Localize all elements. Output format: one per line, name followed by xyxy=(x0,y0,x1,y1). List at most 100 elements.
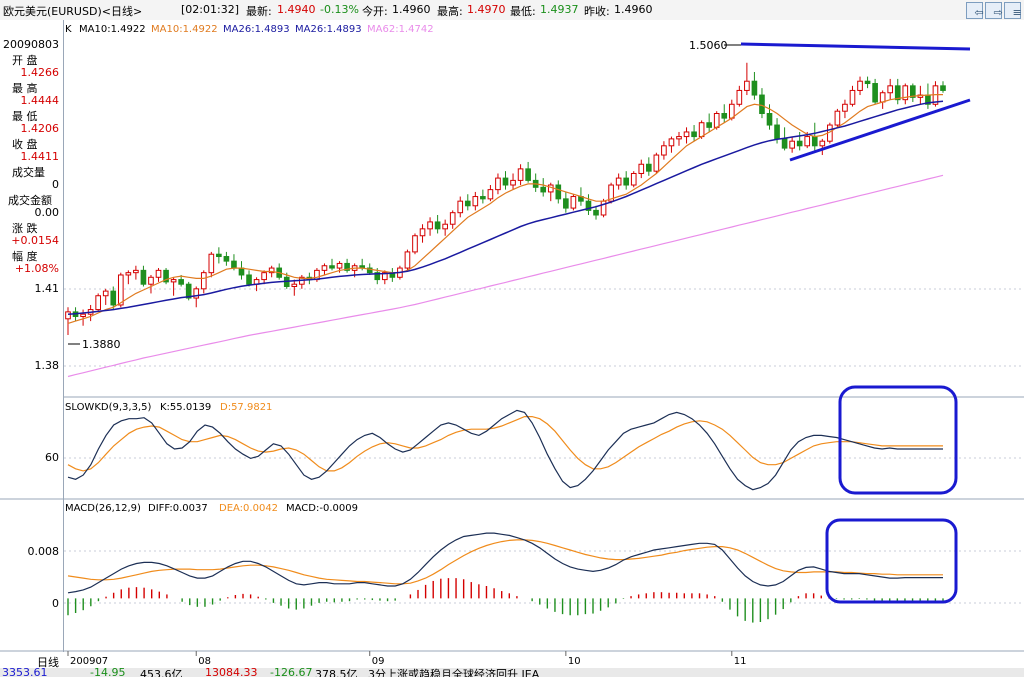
candle-body xyxy=(879,92,886,103)
candle-body xyxy=(540,186,547,193)
candle-body xyxy=(140,269,147,285)
macd-legend-diff: DIFF:0.0037 xyxy=(148,503,208,514)
legend-ma10-b: MA10:1.4922 xyxy=(151,24,218,35)
candle-body xyxy=(110,290,117,306)
menu-button[interactable]: ≡ xyxy=(1004,2,1022,19)
candle-body xyxy=(517,168,524,181)
candle-body xyxy=(117,274,124,306)
candle-body xyxy=(668,138,675,147)
candle-body xyxy=(570,196,577,209)
candle-body xyxy=(464,200,471,207)
annotation-high: 1.5060 xyxy=(689,39,728,52)
candle-body xyxy=(329,265,335,269)
legend-ma26-a: MA26:1.4893 xyxy=(223,24,290,35)
prev-value: 1.4960 xyxy=(614,3,653,16)
candle-body xyxy=(630,172,637,186)
chart-area[interactable]: K MA10:1.4922 MA10:1.4922 MA26:1.4893 MA… xyxy=(0,20,1024,668)
candle-body xyxy=(170,279,177,283)
candle-body xyxy=(834,110,841,126)
candle-body xyxy=(427,221,433,230)
arrow-left-icon: ⇦ xyxy=(974,6,984,19)
legend-k: K xyxy=(65,24,72,35)
candle-body xyxy=(766,113,773,126)
candle-body xyxy=(472,196,479,207)
annotation-low: 1.3880 xyxy=(82,338,121,351)
candle-body xyxy=(502,177,509,186)
candle-body xyxy=(200,272,207,290)
candle-body xyxy=(864,80,871,85)
candle-body xyxy=(412,235,418,253)
candle-body xyxy=(759,94,765,115)
status-item: 3353.61 xyxy=(2,668,48,677)
candle-body xyxy=(216,253,222,258)
latest-value: 1.4940 xyxy=(277,3,316,16)
candle-body xyxy=(321,265,328,271)
candle-body xyxy=(751,80,758,96)
open-value: 1.4960 xyxy=(392,3,431,16)
candle-body xyxy=(442,223,448,230)
candle-body xyxy=(706,122,712,128)
candle-body xyxy=(336,262,343,269)
candle-body xyxy=(683,131,690,138)
legend-ma10-a: MA10:1.4922 xyxy=(79,24,146,35)
candle-body xyxy=(495,177,501,191)
candle-body xyxy=(208,253,215,274)
candle-body xyxy=(638,163,645,174)
legend-ma26-b: MA26:1.4893 xyxy=(295,24,362,35)
candle-body xyxy=(887,85,894,94)
candle-body xyxy=(698,122,705,138)
status-item: 453.6亿 xyxy=(140,668,183,677)
candle-body xyxy=(102,290,109,297)
candle-body xyxy=(510,179,516,186)
candle-body xyxy=(691,131,697,138)
symbol-title[interactable]: 欧元美元(EURUSD)<日线> xyxy=(3,3,142,19)
status-item: -126.67 xyxy=(270,668,313,677)
candle-body xyxy=(291,283,298,288)
x-tick-label: 11 xyxy=(734,656,747,667)
legend-ma62: MA62:1.4742 xyxy=(367,24,434,35)
kd-legend: SLOWKD(9,3,3,5) xyxy=(65,402,151,413)
candle-body xyxy=(676,136,682,140)
x-tick-label: 09 xyxy=(372,656,385,667)
candle-body xyxy=(449,212,456,225)
candle-body xyxy=(661,145,667,156)
forward-button[interactable]: ⇨ xyxy=(985,2,1003,19)
high-value: 1.4970 xyxy=(467,3,506,16)
candle-body xyxy=(713,113,720,128)
candle-body xyxy=(721,113,728,119)
low-value: 1.4937 xyxy=(540,3,579,16)
status-item: 13084.33 xyxy=(205,668,258,677)
candle-body xyxy=(819,140,826,147)
candle-body xyxy=(849,89,856,105)
list-icon: ≡ xyxy=(1012,6,1022,19)
title-bar: 欧元美元(EURUSD)<日线> [02:01:32] 最新: 1.4940 -… xyxy=(0,0,1024,21)
candle-body xyxy=(744,80,750,91)
prev-label: 昨收: xyxy=(584,5,610,18)
candle-body xyxy=(178,279,184,285)
candle-body xyxy=(623,177,630,186)
candle-body xyxy=(811,136,818,147)
candle-body xyxy=(457,200,464,214)
candle-body xyxy=(593,209,599,216)
candle-body xyxy=(653,154,660,172)
candle-body xyxy=(480,196,486,200)
candle-body xyxy=(774,124,780,140)
arrow-right-icon: ⇨ xyxy=(993,6,1003,19)
candle-body xyxy=(547,184,554,193)
candle-body xyxy=(894,85,901,101)
candle-body xyxy=(419,228,426,237)
candle-body xyxy=(804,136,811,147)
candle-body xyxy=(842,103,848,112)
candle-body xyxy=(404,251,411,269)
candle-body xyxy=(65,311,71,320)
candle-body xyxy=(563,198,569,209)
candle-body xyxy=(796,140,803,147)
kd-legend-k: K:55.0139 xyxy=(160,402,211,413)
status-bar: 3353.61 -14.95 453.6亿 13084.33 -126.67 3… xyxy=(0,668,1024,677)
macd-legend: MACD(26,12,9) xyxy=(65,503,141,514)
candle-body xyxy=(238,267,245,276)
candle-body xyxy=(857,80,863,91)
x-tick-label: 08 xyxy=(198,656,211,667)
back-button[interactable]: ⇦ xyxy=(966,2,984,19)
candle-body xyxy=(434,221,441,230)
